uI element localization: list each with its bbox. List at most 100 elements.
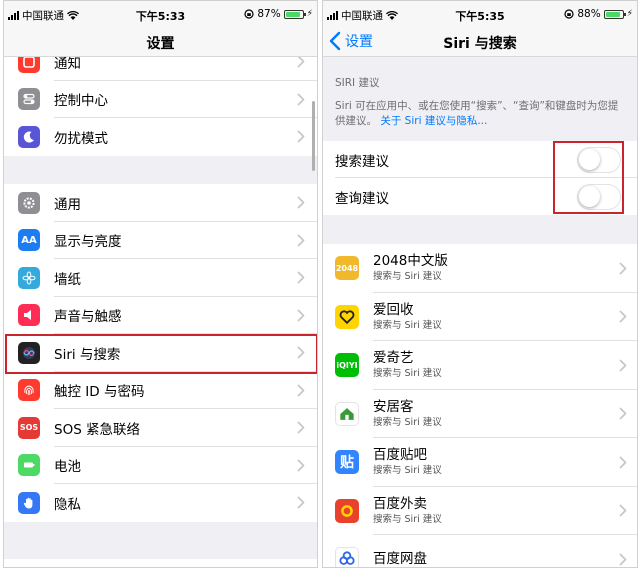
status-bar: 中国联通 下午5:35 88% ⚡ xyxy=(323,1,637,27)
navigation-bar: 设置 xyxy=(4,27,317,57)
text-size-icon: AA xyxy=(18,229,40,252)
rotation-lock-icon xyxy=(564,9,574,19)
status-bar: 中国联通 下午5:33 87% ⚡ xyxy=(4,1,317,27)
gear-icon xyxy=(18,191,40,214)
chevron-right-icon xyxy=(297,196,305,209)
chevron-right-icon xyxy=(297,459,305,472)
chevron-right-icon xyxy=(297,421,305,434)
page-title: Siri 与搜索 xyxy=(443,36,517,52)
settings-row[interactable]: SOS SOS 紧急联络 xyxy=(4,409,317,447)
charging-icon: ⚡ xyxy=(626,9,633,19)
app-baidu-netdisk-icon xyxy=(335,547,359,567)
settings-row[interactable]: 隐私 xyxy=(4,484,317,522)
app-subtitle: 搜索与 Siri 建议 xyxy=(373,271,442,283)
settings-row-label: 勿扰模式 xyxy=(54,130,108,147)
rotation-lock-icon xyxy=(244,9,254,19)
moon-icon xyxy=(18,125,40,148)
chevron-right-icon xyxy=(619,504,627,517)
settings-row[interactable]: 勿扰模式 xyxy=(4,118,317,156)
settings-row-label: 触控 ID 与密码 xyxy=(54,384,145,401)
scrollbar[interactable] xyxy=(312,101,315,171)
chevron-right-icon xyxy=(619,310,627,323)
app-tieba-icon: 贴 xyxy=(335,450,359,475)
chevron-right-icon xyxy=(297,309,305,322)
battery-percent: 88% xyxy=(577,8,601,20)
app-row[interactable]: 百度外卖 搜索与 Siri 建议 xyxy=(323,486,637,535)
fingerprint-icon xyxy=(18,379,40,402)
app-list: 2048 2048中文版 搜索与 Siri 建议 爱回收 搜索与 Siri 建议 iQIY… xyxy=(323,244,637,567)
app-row[interactable]: 爱回收 搜索与 Siri 建议 xyxy=(323,292,637,341)
siri-row-highlight xyxy=(5,334,317,374)
chevron-right-icon xyxy=(619,456,627,469)
settings-row[interactable]: 触控 ID 与密码 xyxy=(4,371,317,409)
settings-row[interactable]: 电池 xyxy=(4,446,317,484)
app-row[interactable]: 2048 2048中文版 搜索与 Siri 建议 xyxy=(323,244,637,293)
app-text: 安居客 搜索与 Siri 建议 xyxy=(373,399,619,429)
chevron-right-icon xyxy=(619,262,627,275)
page-title: 设置 xyxy=(146,36,175,52)
battery-icon xyxy=(18,454,40,477)
battery-icon xyxy=(283,9,306,19)
app-iqiyi-icon: iQIYI xyxy=(335,353,359,378)
section-header: SIRI 建议 xyxy=(335,77,380,89)
app-subtitle: 搜索与 Siri 建议 xyxy=(373,416,442,428)
app-subtitle: 搜索与 Siri 建议 xyxy=(373,319,442,331)
app-subtitle: 搜索与 Siri 建议 xyxy=(373,368,442,380)
settings-row[interactable]: 控制中心 xyxy=(4,80,317,118)
app-subtitle: 搜索与 Siri 建议 xyxy=(373,465,442,477)
settings-row-label: SOS 紧急联络 xyxy=(54,421,141,438)
charging-icon: ⚡ xyxy=(306,9,313,19)
app-row[interactable]: 贴百度贴吧 搜索与 Siri 建议 xyxy=(323,438,637,487)
toggle-label: 查询建议 xyxy=(335,190,389,207)
battery-icon xyxy=(603,9,626,19)
settings-row-label: 声音与触感 xyxy=(54,309,122,326)
control-center-icon xyxy=(18,88,40,111)
settings-row-label: 控制中心 xyxy=(54,93,108,110)
app-baidu-waimai-icon xyxy=(335,498,359,523)
settings-group-1: 通知 控制中心 勿扰模式 xyxy=(4,43,317,156)
section-description: Siri 可在应用中、或在您使用“搜索”、“查询”和键盘时为您提供建议。 关于 … xyxy=(335,99,627,129)
settings-row-label: 墙纸 xyxy=(54,271,81,288)
battery-percent: 87% xyxy=(257,8,281,20)
chevron-right-icon xyxy=(297,271,305,284)
app-text: 2048中文版 搜索与 Siri 建议 xyxy=(373,253,619,283)
navigation-bar: 设置 Siri 与搜索 xyxy=(323,27,637,57)
settings-group-3-partial xyxy=(4,559,317,567)
toggle-label: 搜索建议 xyxy=(335,153,389,170)
settings-row[interactable]: AA 显示与亮度 xyxy=(4,221,317,259)
chevron-right-icon xyxy=(297,55,305,68)
screenshot-pair: 通知 控制中心 勿扰模式 通用 AA 显示与亮度 墙纸 声音与触感 Siri 与搜索 触控 ID… xyxy=(0,0,640,568)
settings-screen: 通知 控制中心 勿扰模式 通用 AA 显示与亮度 墙纸 声音与触感 Siri 与搜索 触控 ID… xyxy=(3,0,318,568)
app-text: 百度贴吧 搜索与 Siri 建议 xyxy=(373,447,619,477)
sos-icon: SOS xyxy=(18,416,40,439)
app-row[interactable]: 百度网盘 xyxy=(323,535,637,567)
app-text: 百度网盘 xyxy=(373,551,619,567)
app-row[interactable]: iQIYI 爱奇艺 搜索与 Siri 建议 xyxy=(323,341,637,390)
chevron-right-icon xyxy=(297,384,305,397)
app-text: 爱奇艺 搜索与 Siri 建议 xyxy=(373,350,619,380)
chevron-right-icon xyxy=(297,496,305,509)
app-name: 百度外卖 xyxy=(373,495,427,512)
app-2048-icon: 2048 xyxy=(335,256,359,281)
app-text: 爱回收 搜索与 Siri 建议 xyxy=(373,302,619,332)
privacy-link[interactable]: 关于 Siri 建议与隐私... xyxy=(380,115,487,127)
settings-row[interactable]: 墙纸 xyxy=(4,259,317,297)
app-anjuke-icon xyxy=(335,401,359,426)
settings-row[interactable]: 通用 xyxy=(4,184,317,222)
app-text: 百度外卖 搜索与 Siri 建议 xyxy=(373,496,619,526)
settings-row[interactable]: 声音与触感 xyxy=(4,296,317,334)
app-name: 爱奇艺 xyxy=(373,350,414,367)
app-row[interactable]: 安居客 搜索与 Siri 建议 xyxy=(323,389,637,438)
toggle-highlight xyxy=(553,141,624,214)
chevron-right-icon xyxy=(297,234,305,247)
hand-icon xyxy=(18,491,40,514)
settings-row-label: 通用 xyxy=(54,196,81,213)
settings-row-label: 显示与亮度 xyxy=(54,234,122,251)
app-name: 2048中文版 xyxy=(373,253,448,270)
settings-row-label: 电池 xyxy=(54,459,81,476)
app-name: 爱回收 xyxy=(373,301,414,318)
chevron-right-icon xyxy=(297,130,305,143)
speaker-icon xyxy=(18,304,40,327)
app-name: 百度贴吧 xyxy=(373,447,427,464)
chevron-right-icon xyxy=(619,359,627,372)
